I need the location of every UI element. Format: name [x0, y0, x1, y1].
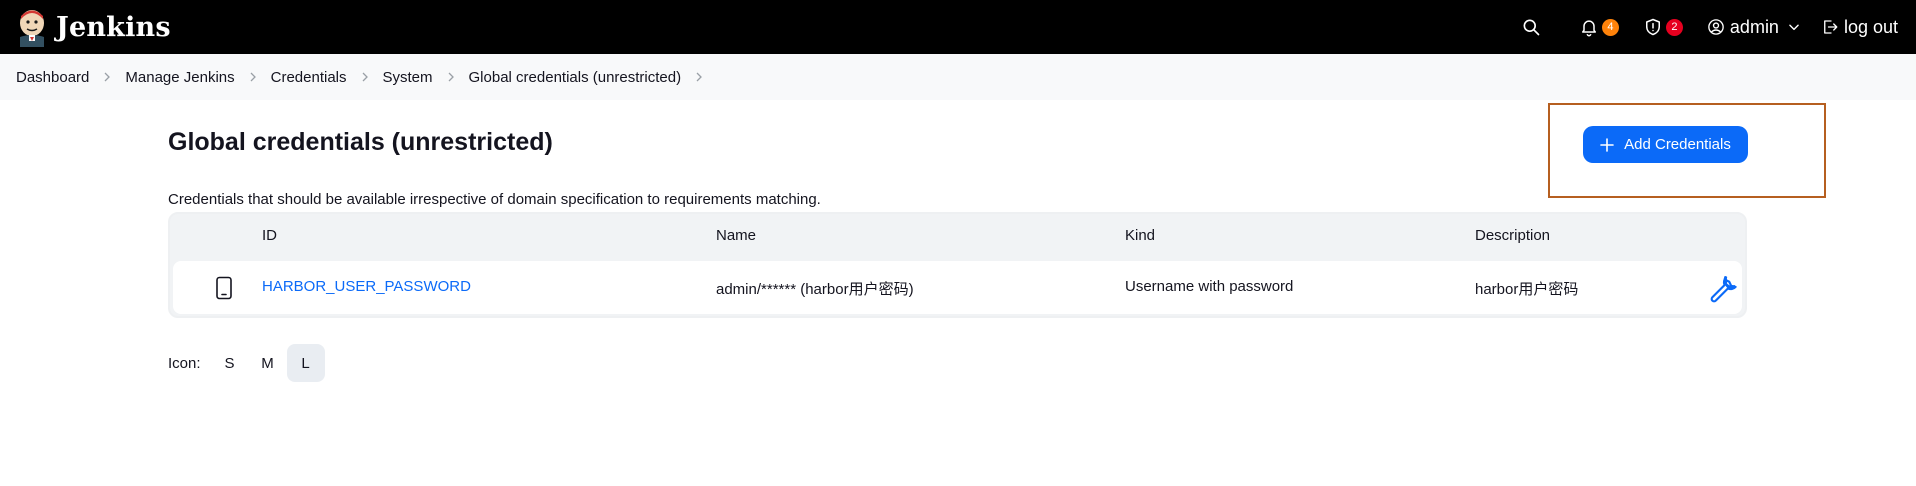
column-header-id[interactable]: ID [262, 227, 277, 244]
credential-name: admin/****** (harbor用户密码) [716, 281, 914, 298]
credential-description: harbor用户密码 [1475, 281, 1579, 298]
search-icon [1523, 19, 1540, 36]
user-name: admin [1729, 16, 1779, 37]
page-title: Global credentials (unrestricted) [168, 128, 553, 156]
logout-icon [1824, 20, 1838, 34]
brand-title: Jenkins [56, 11, 171, 43]
page-description: Credentials that should be available irr… [168, 191, 821, 208]
add-credentials-button[interactable]: Add Credentials [1583, 126, 1748, 163]
jenkins-logo-icon [20, 10, 44, 47]
breadcrumb: Dashboard Manage Jenkins Credentials Sys… [0, 54, 1916, 100]
breadcrumb-dashboard[interactable]: Dashboard [16, 69, 89, 86]
column-header-description[interactable]: Description [1475, 227, 1550, 244]
breadcrumb-global-credentials[interactable]: Global credentials (unrestricted) [469, 69, 682, 86]
breadcrumb-chevron-icon [347, 71, 383, 83]
icon-size-small[interactable]: S [211, 344, 249, 382]
column-header-name[interactable]: Name [716, 227, 756, 244]
breadcrumb-chevron-icon [89, 71, 125, 83]
credentials-table: ID Name Kind Description HARBOR_USER_PAS… [168, 212, 1747, 318]
notifications-button[interactable]: 4 [1553, 0, 1631, 54]
icon-size-large[interactable]: L [286, 344, 325, 382]
security-button[interactable]: 2 [1631, 0, 1695, 54]
table-row: HARBOR_USER_PASSWORD admin/****** (harbo… [173, 261, 1742, 314]
header-actions: 4 2 admin log out [1509, 0, 1916, 54]
bell-icon [1581, 20, 1596, 37]
breadcrumb-chevron-icon [433, 71, 469, 83]
breadcrumb-chevron-icon [235, 71, 271, 83]
icon-size-medium[interactable]: M [249, 344, 287, 382]
add-credentials-label: Add Credentials [1624, 136, 1731, 153]
search-button[interactable] [1509, 0, 1553, 54]
security-badge: 2 [1665, 18, 1683, 36]
credential-kind: Username with password [1125, 278, 1294, 295]
shield-warning-icon [1645, 18, 1660, 36]
table-header: ID Name Kind Description [170, 214, 1745, 258]
column-header-kind[interactable]: Kind [1125, 227, 1155, 244]
logout-label: log out [1843, 16, 1898, 37]
breadcrumb-credentials[interactable]: Credentials [271, 69, 347, 86]
wrench-icon[interactable] [1708, 273, 1738, 303]
breadcrumb-system[interactable]: System [383, 69, 433, 86]
user-icon [1708, 19, 1724, 35]
mobile-device-icon [216, 276, 232, 300]
icon-size-label: Icon: [168, 354, 201, 372]
breadcrumb-chevron-icon[interactable] [681, 71, 717, 83]
notifications-badge: 4 [1601, 18, 1619, 36]
logout-link[interactable]: log out [1813, 0, 1916, 54]
icon-size-selector: Icon: S M L [168, 344, 325, 382]
top-header: Jenkins 4 2 admin log out [0, 0, 1916, 54]
breadcrumb-manage-jenkins[interactable]: Manage Jenkins [125, 69, 234, 86]
user-menu-button[interactable]: admin [1695, 0, 1813, 54]
credential-id-link[interactable]: HARBOR_USER_PASSWORD [262, 278, 471, 295]
jenkins-home-link[interactable]: Jenkins [16, 0, 171, 54]
chevron-down-icon [1789, 24, 1799, 31]
plus-icon [1600, 137, 1614, 152]
